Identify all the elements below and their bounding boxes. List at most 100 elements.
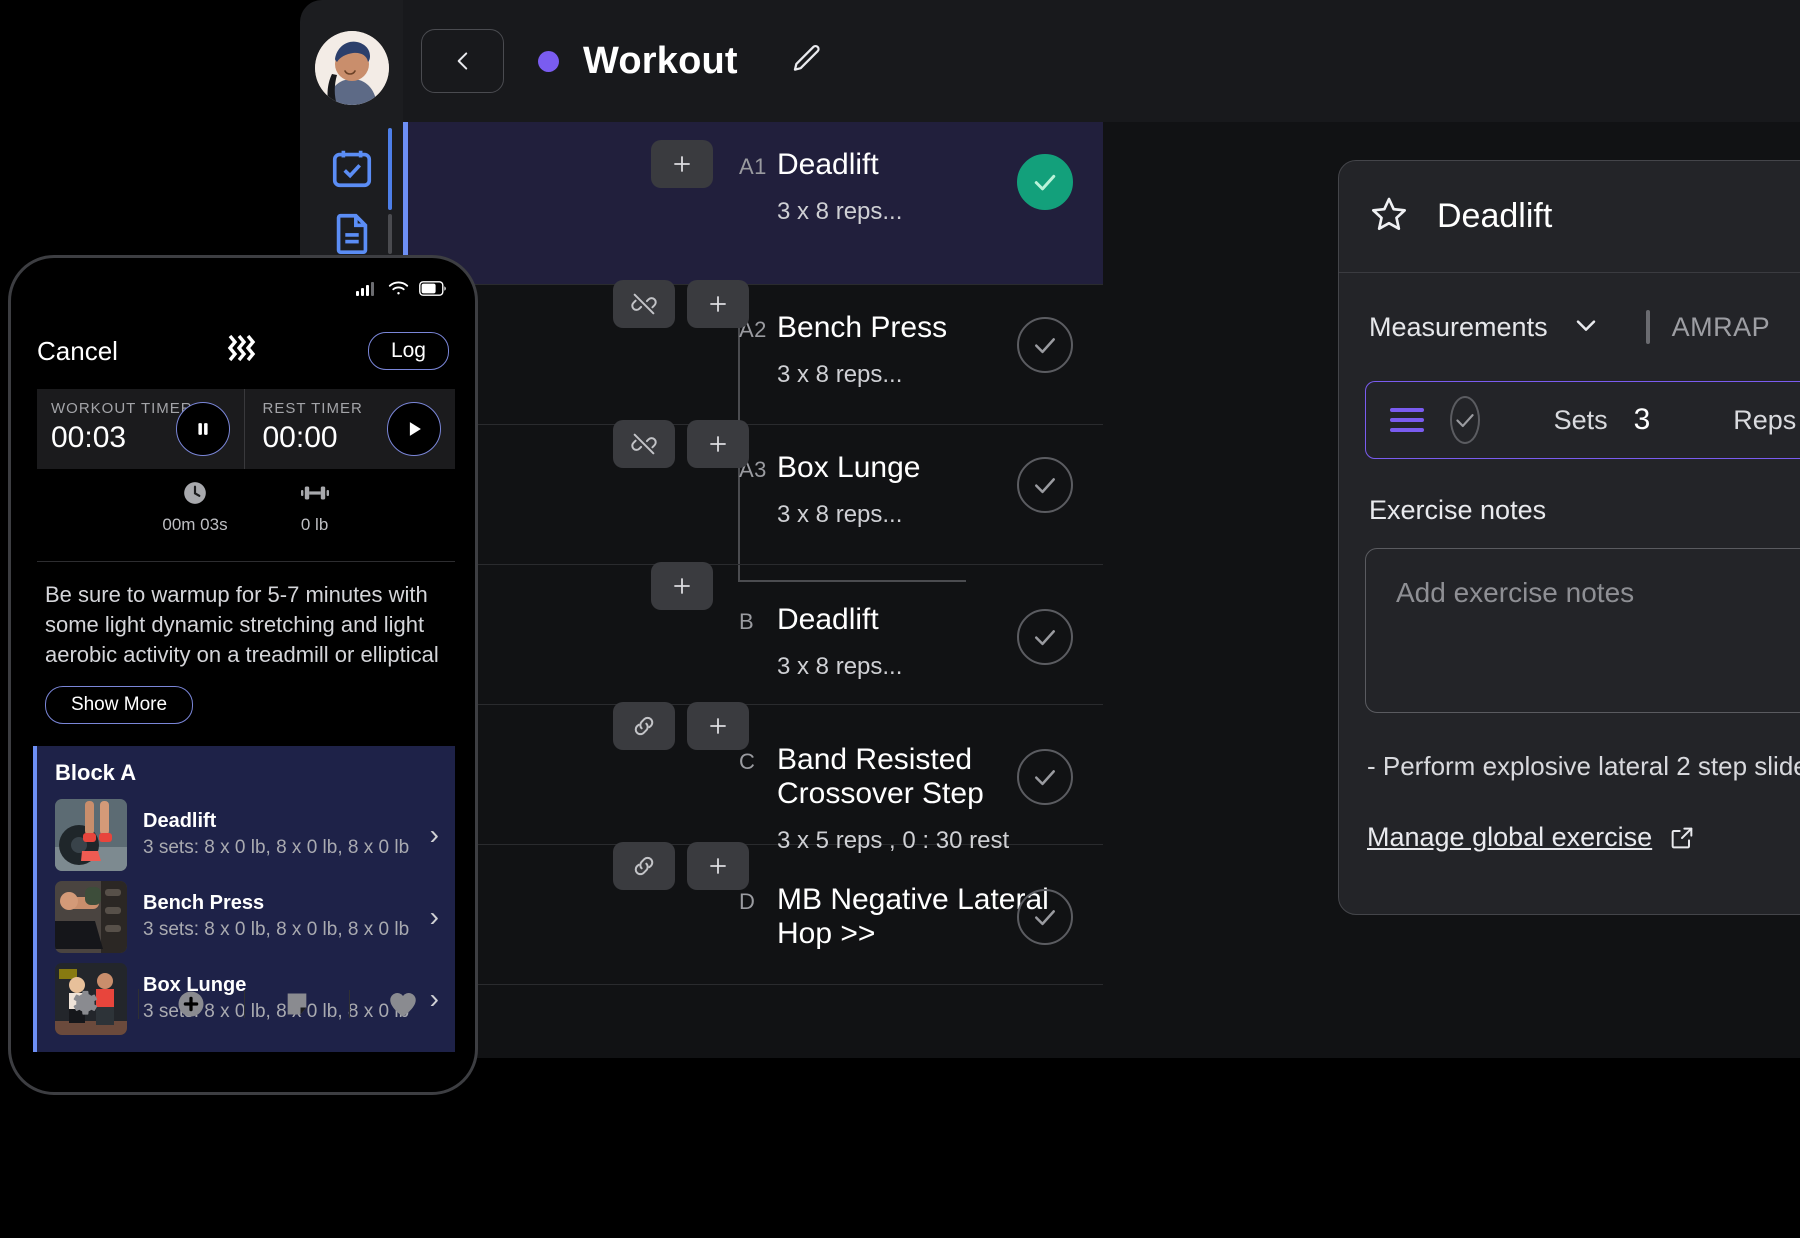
detail-header: Deadlift [1339,161,1800,273]
pencil-icon [790,42,824,76]
phone-status-bar [356,280,447,296]
sets-label: Sets [1554,405,1608,436]
warmup-note: Be sure to warmup for 5-7 minutes with s… [45,580,445,670]
exercise-code: C [739,749,755,775]
plus-icon [670,152,694,176]
amrap-checkbox[interactable] [1646,310,1650,344]
sets-value[interactable]: 3 [1634,403,1651,437]
phone-tab-bar [33,976,455,1032]
check-icon [1030,330,1060,360]
check-icon [1030,622,1060,652]
clock-icon [182,480,208,506]
plus-icon [706,432,730,456]
set-row[interactable]: Sets 3 Reps 8 [1365,381,1800,459]
stat-volume: 0 lb [300,480,330,535]
play-icon [403,418,425,440]
table-row[interactable]: A2 Bench Press 3 x 8 reps... [403,285,1103,425]
dumbbell-icon [300,480,330,506]
tab-favorites[interactable] [349,990,455,1018]
external-link-icon [1668,824,1696,852]
document-icon [329,210,375,256]
phone-nav-bar: Cancel Log [11,320,475,382]
unlink-superset-button[interactable] [613,280,675,328]
exercise-complete-toggle[interactable] [1017,154,1073,210]
link-superset-button[interactable] [613,702,675,750]
title-group: Workout [538,40,824,83]
hamburger-drag-icon[interactable] [1390,408,1424,432]
edit-title-button[interactable] [790,42,824,81]
add-exercise-button[interactable] [651,562,713,610]
add-exercise-button[interactable] [687,420,749,468]
manage-global-exercise-link[interactable]: Manage global exercise [1367,822,1696,853]
plus-icon [670,574,694,598]
rest-timer: REST TIMER 00:00 [244,389,456,469]
chevron-right-icon[interactable]: › [430,819,439,851]
insert-chip-row-a1-a2 [613,280,749,328]
log-button[interactable]: Log [368,332,449,370]
table-row[interactable]: A3 Box Lunge 3 x 8 reps... [403,425,1103,565]
exercise-notes-input[interactable]: Add exercise notes [1365,548,1800,713]
sidebar-secondary-indicator [388,214,392,254]
list-item[interactable]: Bench Press 3 sets: 8 x 0 lb, 8 x 0 lb, … [37,876,455,958]
workout-timer: WORKOUT TIMER 00:03 [37,389,244,469]
set-complete-toggle[interactable] [1450,396,1480,444]
insert-chip-row-b-c [613,702,749,750]
sidebar-item-documents[interactable] [329,210,375,256]
link-icon [630,712,658,740]
exercise-sets: 3 sets: 8 x 0 lb, 8 x 0 lb, 8 x 0 lb [143,835,430,860]
note-icon [283,990,311,1018]
sidebar-item-calendar[interactable] [329,145,375,191]
exercise-code: A1 [739,154,767,180]
tab-add[interactable] [138,989,244,1019]
heart-icon [388,990,418,1018]
exercise-sets: 3 sets: 8 x 0 lb, 8 x 0 lb, 8 x 0 lb [143,917,430,942]
stat-duration-label: 00m 03s [162,515,227,535]
plus-icon [706,854,730,878]
add-exercise-button[interactable] [687,280,749,328]
tab-notes[interactable] [244,990,350,1018]
insert-chip-row-a3-b [651,562,713,610]
status-dot [538,51,559,72]
cancel-button[interactable]: Cancel [37,336,118,367]
table-row[interactable]: D MB Negative Lateral Hop >> [403,845,1103,985]
favorite-star-button[interactable] [1369,194,1409,239]
table-row[interactable]: A1 Deadlift 3 x 8 reps... [403,122,1103,285]
list-item[interactable]: Deadlift 3 sets: 8 x 0 lb, 8 x 0 lb, 8 x… [37,794,455,876]
add-exercise-button[interactable] [687,842,749,890]
check-icon [1030,762,1060,792]
exercise-list: A1 Deadlift 3 x 8 reps... [403,122,1103,1058]
exercise-complete-toggle[interactable] [1017,457,1073,513]
avatar[interactable] [315,31,389,105]
measurements-row: Measurements AMRAP Each [1339,273,1800,381]
measurements-dropdown[interactable] [1570,309,1602,346]
workout-stats: 00m 03s 0 lb [37,480,455,562]
chevron-right-icon[interactable]: › [430,901,439,933]
table-row[interactable]: B Deadlift 3 x 8 reps... [403,565,1103,705]
exercise-name: Deadlift [143,810,430,833]
link-superset-button[interactable] [613,842,675,890]
exercise-complete-toggle[interactable] [1017,317,1073,373]
insert-chip-row-a2-a3 [613,420,749,468]
add-exercise-button[interactable] [687,702,749,750]
page-title: Workout [583,40,738,83]
link-broken-icon [630,430,658,458]
amrap-label: AMRAP [1672,312,1771,343]
exercise-complete-toggle[interactable] [1017,889,1073,945]
rest-timer-play-button[interactable] [387,402,441,456]
link-icon [630,852,658,880]
back-button[interactable] [421,29,504,93]
pause-icon [193,419,213,439]
table-row[interactable]: C Band Resisted Crossover Step 3 x 5 rep… [403,705,1103,845]
star-outline-icon [1369,194,1409,234]
exercise-complete-toggle[interactable] [1017,749,1073,805]
manage-link-label: Manage global exercise [1367,822,1652,853]
wifi-icon [388,280,409,296]
calendar-check-icon [329,145,375,191]
tab-settings[interactable] [33,989,138,1019]
exercise-complete-toggle[interactable] [1017,609,1073,665]
add-exercise-button[interactable] [651,140,713,188]
list-item-text: Bench Press 3 sets: 8 x 0 lb, 8 x 0 lb, … [143,892,430,942]
workout-timer-pause-button[interactable] [176,402,230,456]
unlink-superset-button[interactable] [613,420,675,468]
show-more-button[interactable]: Show More [45,686,193,724]
